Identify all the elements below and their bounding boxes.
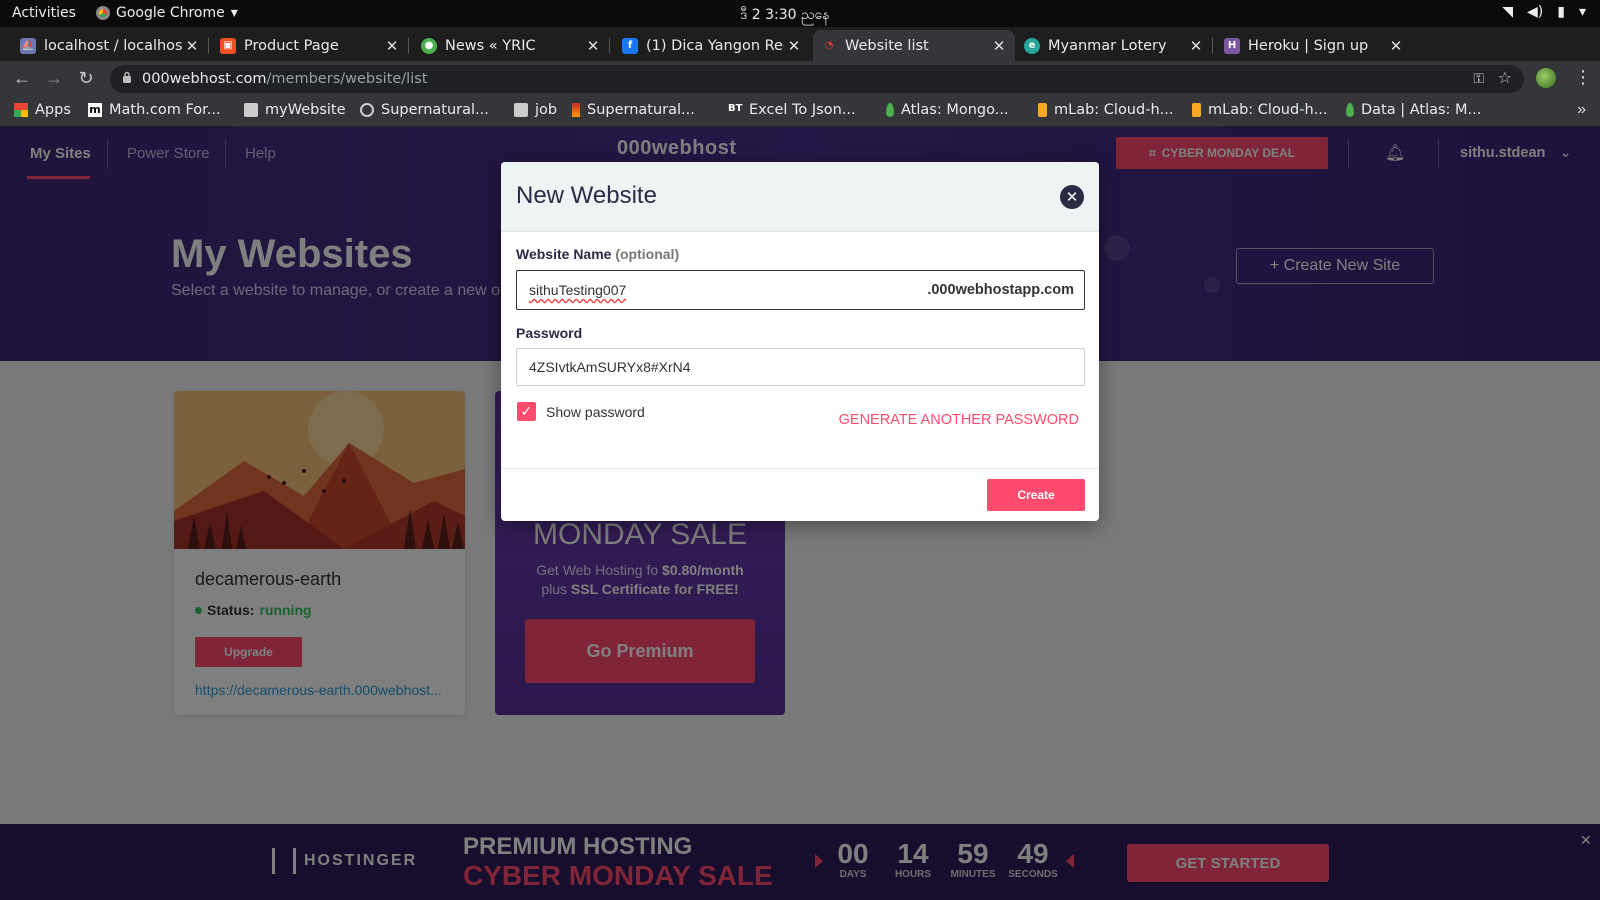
chrome-icon: [96, 6, 110, 20]
chevron-down-icon: ▾: [230, 5, 238, 21]
star-icon[interactable]: ☆: [1498, 68, 1512, 88]
mongodb-leaf-icon: [1346, 103, 1354, 117]
tab-localhost[interactable]: ⛵ localhost / localhost ✕: [12, 30, 209, 61]
show-password-label[interactable]: Show password: [546, 404, 645, 420]
forward-icon[interactable]: →: [43, 68, 65, 89]
extension-icon[interactable]: [1536, 68, 1556, 88]
supernatural-icon: [572, 103, 580, 117]
bookmark-supernatural-1[interactable]: Supernatural...: [360, 102, 489, 118]
bookmark-excel-json[interactable]: BT Excel To Json...: [728, 102, 856, 118]
password-input[interactable]: 4ZSIvtkAmSURYx8#XrN4: [516, 348, 1085, 386]
folder-icon: [514, 103, 528, 117]
close-icon[interactable]: ✕: [989, 37, 1009, 55]
product-page-icon: ▣: [220, 37, 236, 54]
bookmark-mlab-2[interactable]: mLab: Cloud-h...: [1192, 102, 1327, 118]
bookmark-mlab-1[interactable]: mLab: Cloud-h...: [1038, 102, 1173, 118]
system-top-bar: Activities Google Chrome ▾ ဒီ 2 3:30 ညနေ…: [0, 0, 1600, 27]
bookmark-atlas-mongo[interactable]: Atlas: Mongo...: [886, 102, 1009, 118]
more-menu-icon[interactable]: ⋮: [1574, 67, 1592, 88]
app-menu[interactable]: Google Chrome ▾: [96, 5, 238, 21]
close-icon[interactable]: ✕: [182, 37, 202, 55]
wifi-icon: ◥: [1502, 4, 1514, 20]
close-icon[interactable]: ✕: [1186, 37, 1206, 55]
battery-icon: ▮: [1557, 4, 1565, 20]
phpmyadmin-icon: ⛵: [20, 37, 36, 54]
modal-header: New Website ✕: [501, 162, 1099, 232]
modal-title: New Website: [516, 182, 657, 209]
reload-icon[interactable]: ↻: [75, 68, 97, 89]
apps-grid-icon: [14, 103, 28, 117]
bookmark-apps[interactable]: Apps: [14, 102, 71, 118]
url-text: 000webhost.com/members/website/list: [142, 71, 428, 87]
bookmark-mywebsite[interactable]: myWebsite: [244, 102, 346, 118]
mongodb-leaf-icon: [886, 103, 894, 117]
close-icon[interactable]: ✕: [583, 37, 603, 55]
mathcom-icon: m: [88, 103, 102, 117]
lock-icon: [123, 71, 131, 83]
activities-button[interactable]: Activities: [12, 5, 76, 21]
back-icon[interactable]: ←: [11, 68, 33, 89]
generate-password-link[interactable]: GENERATE ANOTHER PASSWORD: [839, 412, 1079, 428]
mlab-icon: [1192, 103, 1201, 117]
beautifytools-icon: BT: [728, 103, 743, 114]
tab-strip: ⛵ localhost / localhost ✕ ▣ Product Page…: [0, 27, 1600, 82]
close-icon[interactable]: ✕: [1060, 185, 1084, 209]
address-bar[interactable]: 000webhost.com/members/website/list ⚿ ☆: [110, 65, 1524, 93]
mlab-icon: [1038, 103, 1047, 117]
close-icon[interactable]: ✕: [1386, 37, 1406, 55]
website-name-input[interactable]: sithuTesting007 .000webhostapp.com: [516, 270, 1085, 310]
lottery-icon: e: [1024, 37, 1040, 54]
domain-suffix: .000webhostapp.com: [927, 282, 1074, 298]
tab-myanmar-lotery[interactable]: e Myanmar Lotery ✕: [1016, 30, 1213, 61]
key-icon[interactable]: ⚿: [1473, 70, 1484, 87]
chevron-down-icon: ▾: [1578, 4, 1586, 20]
yric-icon: ●: [421, 37, 437, 54]
new-website-modal: New Website ✕ Website Name (optional) si…: [501, 162, 1099, 521]
system-tray[interactable]: ◥ ◀) ▮ ▾: [1502, 4, 1586, 20]
tab-heroku[interactable]: H Heroku | Sign up ✕: [1216, 30, 1412, 61]
tab-product-page[interactable]: ▣ Product Page ✕: [212, 30, 409, 61]
close-icon[interactable]: ✕: [382, 37, 402, 55]
facebook-icon: f: [622, 37, 638, 54]
app-name: Google Chrome: [116, 5, 225, 21]
browser-toolbar: ← → ↻ 000webhost.com/members/website/lis…: [0, 61, 1600, 97]
close-icon[interactable]: ✕: [784, 37, 804, 55]
show-password-checkbox[interactable]: ✓: [517, 402, 536, 421]
website-name-label: Website Name (optional): [516, 246, 680, 262]
tab-website-list[interactable]: ◔ Website list ✕: [813, 30, 1015, 61]
000webhost-icon: ◔: [824, 40, 834, 51]
chevron-right-icon[interactable]: »: [1577, 101, 1586, 119]
bookmarks-bar: Apps m Math.com For... myWebsite Superna…: [0, 97, 1600, 127]
clock[interactable]: ဒီ 2 3:30 ညနေ: [740, 5, 829, 26]
bookmark-math[interactable]: m Math.com For...: [88, 102, 221, 118]
folder-icon: [244, 103, 258, 117]
globe-icon: [360, 103, 374, 117]
create-button[interactable]: Create: [987, 479, 1085, 511]
heroku-icon: H: [1224, 37, 1240, 54]
volume-icon: ◀): [1527, 4, 1544, 20]
modal-divider: [501, 468, 1099, 469]
website-name-value: sithuTesting007: [529, 282, 627, 298]
password-label: Password: [516, 325, 583, 341]
bookmark-job[interactable]: job: [514, 102, 557, 118]
bookmark-supernatural-2[interactable]: Supernatural...: [572, 102, 695, 118]
tab-news-yric[interactable]: ● News « YRIC ✕: [413, 30, 610, 61]
password-value: 4ZSIvtkAmSURYx8#XrN4: [529, 359, 691, 375]
bookmark-data-atlas[interactable]: Data | Atlas: M...: [1346, 102, 1481, 118]
tab-facebook[interactable]: f (1) Dica Yangon Reg ✕: [614, 30, 810, 61]
